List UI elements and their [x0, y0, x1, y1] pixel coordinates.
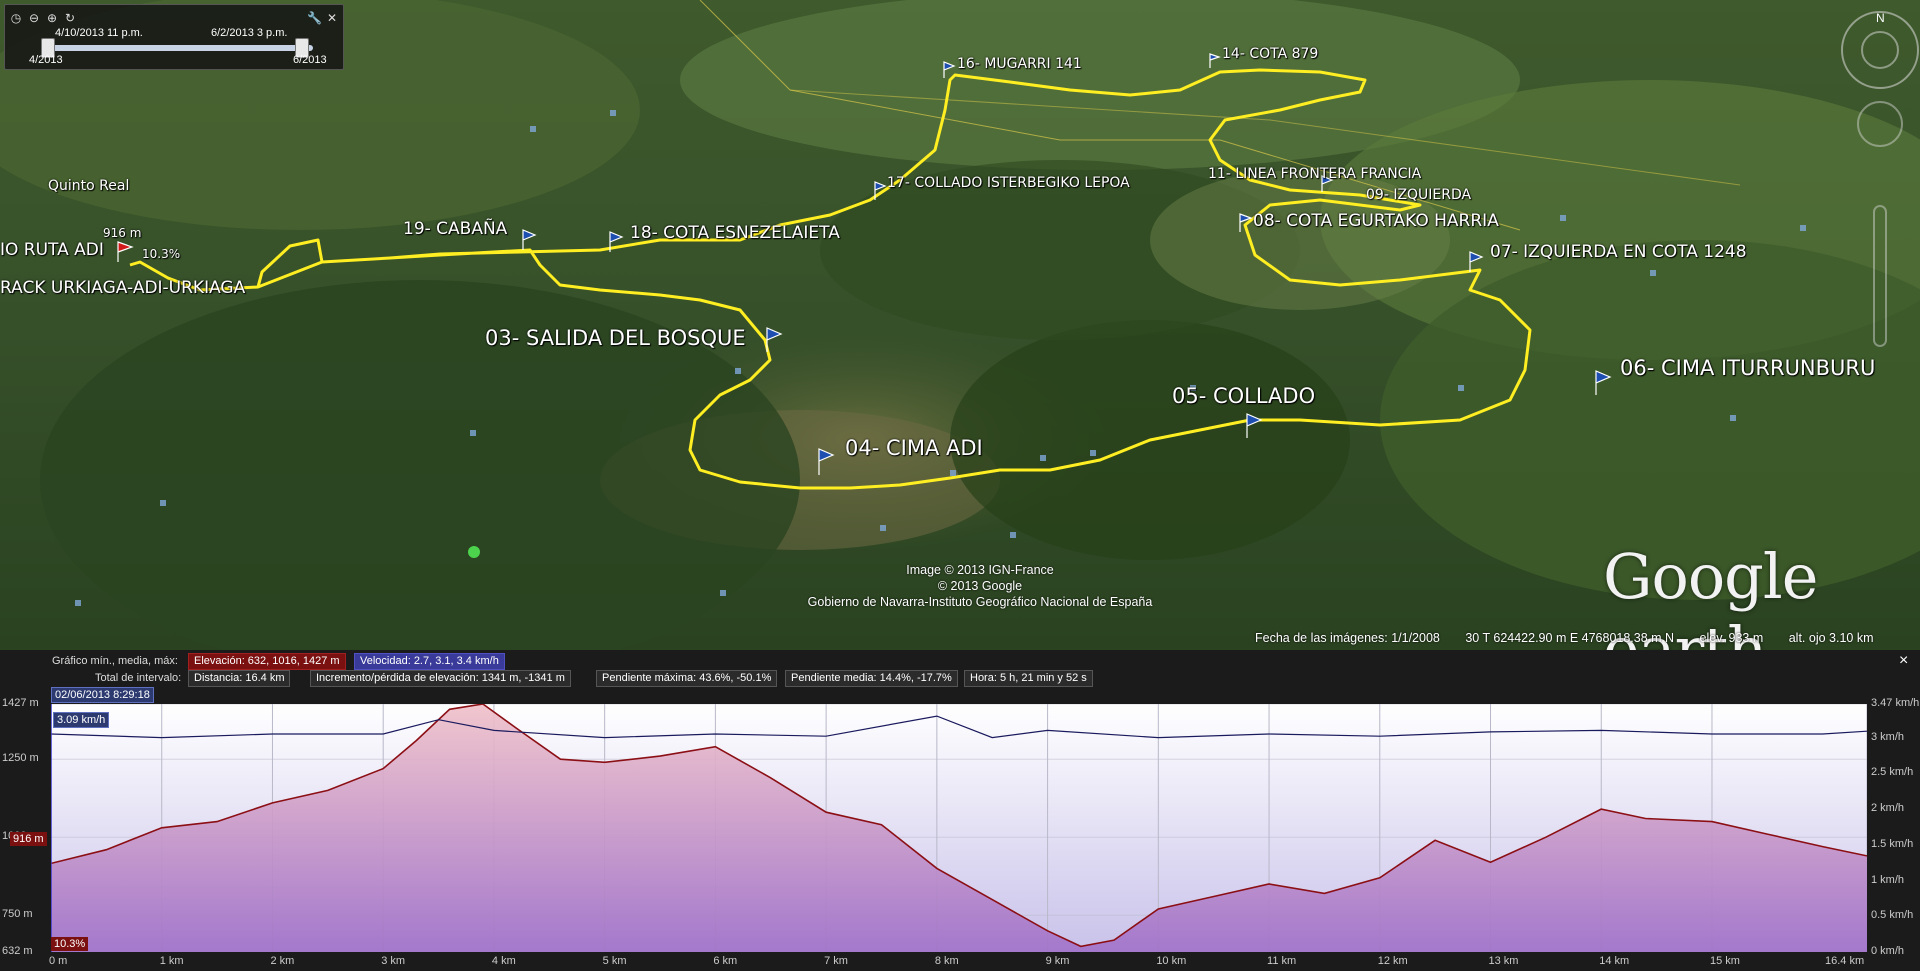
y-right-tick-label: 1 km/h: [1871, 873, 1905, 886]
x-tick-label: 2 km: [270, 955, 295, 967]
x-tick-label: 6 km: [713, 955, 738, 967]
placemark-label[interactable]: 06- CIMA ITURRUNBURU: [1620, 356, 1875, 380]
zoom-out-icon[interactable]: ⊖: [27, 11, 41, 25]
x-tick-label: 15 km: [1709, 955, 1740, 967]
y-right-tick-label: 1.5 km/h: [1871, 837, 1914, 850]
placemark-label[interactable]: 08- COTA EGURTAKO HARRIA: [1253, 211, 1499, 231]
time-slider[interactable]: ◷ ⊖ ⊕ ↻ 🔧 ✕ 4/10/2013 11 p.m. 6/2/2013 3…: [4, 4, 344, 70]
cursor-elevation: 916 m: [103, 226, 142, 240]
x-tick-label: 13 km: [1488, 955, 1519, 967]
y-right-tick-label: 2.5 km/h: [1871, 766, 1914, 779]
range-end-label: 6/2013: [293, 54, 327, 66]
y-right-tick-label: 0 km/h: [1871, 945, 1905, 957]
imagery-credits: Image © 2013 IGN-France © 2013 Google Go…: [780, 562, 1180, 610]
slider-end-label: 6/2/2013 3 p.m.: [211, 27, 288, 39]
y-right-tick-label: 2 km/h: [1871, 802, 1905, 815]
y-right-tick-label: 3 km/h: [1871, 730, 1905, 743]
x-tick-label: 16.4 km: [1825, 955, 1865, 967]
coordinates: 30 T 624422.90 m E 4768018.38 m N: [1465, 631, 1675, 645]
tree-icon: [468, 546, 480, 558]
speed-marker: 3.09 km/h: [53, 712, 110, 728]
credit-line: Image © 2013 IGN-France: [906, 563, 1054, 577]
x-tick-label: 12 km: [1377, 955, 1408, 967]
distance-chip: Distancia: 16.4 km: [188, 670, 291, 687]
elevation-speed-chart[interactable]: [51, 704, 1867, 952]
timestamp-marker: 02/06/2013 8:29:18: [51, 687, 154, 703]
x-tick-label: 8 km: [934, 955, 959, 967]
x-tick-label: 3 km: [381, 955, 406, 967]
placemark-label[interactable]: IO RUTA ADI: [0, 240, 104, 260]
refresh-icon[interactable]: ↻: [63, 11, 77, 25]
x-tick-label: 1 km: [159, 955, 184, 967]
placemark-label[interactable]: 18- COTA ESNEZELAIETA: [630, 223, 840, 243]
y-right-tick-label: 0.5 km/h: [1871, 909, 1914, 922]
x-tick-label: 7 km: [824, 955, 848, 967]
max-slope-chip: Pendiente máxima: 43.6%, -50.1%: [596, 670, 778, 687]
clock-icon[interactable]: ◷: [9, 11, 23, 25]
status-bar: Fecha de las imágenes: 1/1/2008 30 T 624…: [1255, 631, 1896, 645]
placemark-label[interactable]: 19- CABAÑA: [403, 219, 507, 239]
credit-line: Gobierno de Navarra-Instituto Geográfico…: [807, 595, 1153, 609]
placemark-label[interactable]: 04- CIMA ADI: [845, 436, 983, 460]
x-tick-label: 4 km: [491, 955, 516, 967]
time-chip: Hora: 5 h, 21 min y 52 s: [964, 670, 1093, 687]
placemark-label[interactable]: 16- MUGARRI 141: [957, 56, 1082, 72]
y-left-tick-label: 1250 m: [2, 752, 39, 765]
placemark-label[interactable]: Quinto Real: [48, 178, 129, 194]
y-left-tick-label: 632 m: [2, 945, 33, 957]
elevation-readout: elev. 933 m: [1699, 631, 1764, 645]
placemark-label[interactable]: 03- SALIDA DEL BOSQUE: [485, 326, 746, 350]
x-tick-label: 11 km: [1267, 955, 1297, 967]
slope-marker: 10.3%: [51, 937, 89, 951]
wrench-icon[interactable]: 🔧: [307, 11, 322, 25]
placemark-label[interactable]: RACK URKIAGA-ADI-URKIAGA: [0, 278, 245, 298]
x-tick-label: 14 km: [1599, 955, 1630, 967]
x-tick-label: 5 km: [602, 955, 627, 967]
elevation-chip[interactable]: Elevación: 632, 1016, 1427 m: [188, 653, 346, 670]
placemark-label[interactable]: 11- LINEA FRONTERA FRANCIA: [1208, 166, 1421, 182]
move-joystick: [1857, 101, 1903, 147]
y-left-tick-label: 750 m: [2, 908, 33, 921]
elevation-gain-chip: Incremento/pérdida de elevación: 1341 m,…: [310, 670, 571, 687]
placemark-label[interactable]: 09- IZQUIERDA: [1366, 187, 1471, 203]
zoom-slider: [1873, 205, 1887, 347]
eye-altitude: alt. ojo 3.10 km: [1788, 631, 1874, 645]
close-icon[interactable]: ×: [1899, 652, 1908, 670]
placemark-label[interactable]: 07- IZQUIERDA EN COTA 1248: [1490, 242, 1747, 262]
imagery-date: Fecha de las imágenes: 1/1/2008: [1255, 631, 1440, 645]
slider-track[interactable]: [43, 45, 313, 51]
placemark-label[interactable]: 14- COTA 879: [1222, 46, 1318, 62]
cursor-slope: 10.3%: [142, 247, 181, 261]
zoom-in-icon[interactable]: ⊕: [45, 11, 59, 25]
x-tick-label: 0 m: [49, 955, 68, 967]
interval-total-label: Total de intervalo:: [95, 672, 182, 684]
x-tick-label: 9 km: [1045, 955, 1070, 967]
range-start-label: 4/2013: [29, 54, 63, 66]
avg-slope-chip: Pendiente media: 14.4%, -17.7%: [785, 670, 958, 687]
y-left-tick-label: 1427 m: [2, 697, 39, 709]
close-icon[interactable]: ✕: [325, 11, 339, 25]
map-view[interactable]: ◷ ⊖ ⊕ ↻ 🔧 ✕ 4/10/2013 11 p.m. 6/2/2013 3…: [0, 0, 1920, 650]
y-right-tick-label: 3.47 km/h: [1871, 697, 1920, 709]
elevation-profile-panel[interactable]: Gráfico mín., media, máx: Elevación: 632…: [0, 650, 1920, 971]
speed-chip[interactable]: Velocidad: 2.7, 3.1, 3.4 km/h: [354, 653, 505, 670]
credit-line: © 2013 Google: [937, 579, 1023, 593]
placemark-label[interactable]: 17- COLLADO ISTERBEGIKO LEPOA: [887, 175, 1130, 191]
placemark-label[interactable]: 05- COLLADO: [1172, 384, 1315, 408]
slider-start-label: 4/10/2013 11 p.m.: [55, 27, 143, 39]
graph-stats-label: Gráfico mín., media, máx:: [52, 655, 178, 667]
elevation-marker: 916 m: [10, 832, 47, 846]
navigation-controls[interactable]: N: [1830, 6, 1920, 366]
compass-north: N: [1876, 11, 1885, 25]
x-tick-label: 10 km: [1156, 955, 1187, 967]
